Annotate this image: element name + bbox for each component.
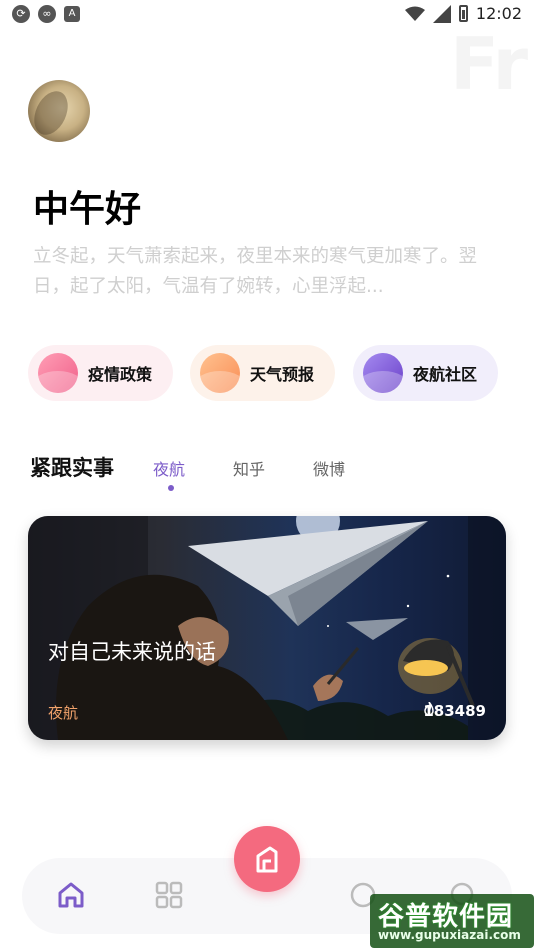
section-title: 紧跟实事 — [30, 456, 114, 480]
site-watermark: 谷普软件园 www.gupuxiazai.com — [370, 894, 534, 948]
greeting-title: 中午好 — [33, 189, 142, 230]
quick-link-weather[interactable]: 天气预报 — [190, 345, 335, 401]
quick-link-label: 夜航社区 — [413, 365, 478, 384]
home-icon[interactable] — [55, 879, 87, 911]
compose-button[interactable] — [234, 826, 300, 892]
quick-link-label: 天气预报 — [250, 365, 315, 384]
status-time: 12:02 — [475, 4, 522, 23]
font-icon: A — [64, 6, 80, 22]
status-bar-right: 12:02 — [404, 4, 522, 23]
quick-link-community[interactable]: 夜航社区 — [353, 345, 498, 401]
active-tab-indicator — [168, 485, 174, 491]
wifi-icon — [404, 6, 425, 21]
quick-link-epidemic-policy[interactable]: 疫情政策 — [28, 345, 173, 401]
background-word: Fr — [449, 22, 528, 106]
card-source: 夜航 — [48, 704, 79, 722]
battery-icon — [458, 5, 468, 22]
weather-icon — [200, 353, 240, 393]
flame-icon — [424, 702, 435, 716]
grid-icon[interactable] — [153, 879, 185, 911]
community-icon — [363, 353, 403, 393]
tab-zhihu[interactable]: 知乎 — [233, 456, 265, 480]
card-title: 对自己未来说的话 — [48, 640, 216, 664]
sync-icon: ⟳ — [12, 5, 30, 23]
daily-quote: 立冬起，天气萧索起来，夜里本来的寒气更加寒了。翌日，起了太阳，气温有了婉转，心里… — [33, 246, 478, 297]
cloud-icon: ∞ — [38, 5, 56, 23]
watermark-url: www.gupuxiazai.com — [378, 928, 521, 942]
avatar[interactable] — [28, 80, 90, 142]
quick-link-label: 疫情政策 — [88, 365, 153, 384]
compose-icon — [256, 846, 278, 873]
signal-icon — [432, 4, 451, 23]
epidemic-policy-icon — [38, 353, 78, 393]
tab-weibo[interactable]: 微博 — [313, 456, 345, 480]
card-views: 183489 — [423, 702, 486, 720]
tab-yehang[interactable]: 夜航 — [153, 456, 185, 480]
status-bar-left: ⟳ ∞ A — [12, 5, 80, 23]
feature-card[interactable]: 对自己未来说的话 夜航 183489 — [28, 516, 506, 740]
